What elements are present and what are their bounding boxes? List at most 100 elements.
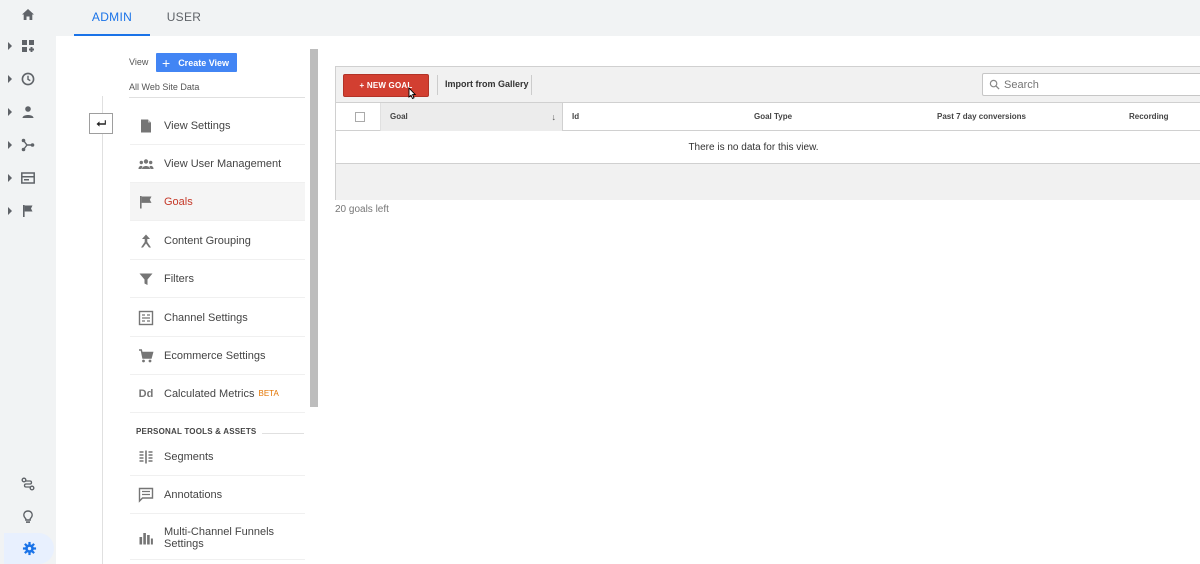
nav-label: View Settings [164, 119, 231, 132]
nav-annotations[interactable]: Annotations [130, 476, 305, 514]
nav-multi-channel-funnels-settings[interactable]: Multi-Channel Funnels Settings [130, 516, 305, 560]
admin-gear-icon [22, 541, 36, 556]
home-icon [22, 9, 34, 20]
toolbar-divider [437, 75, 438, 95]
nav-label: Multi-Channel Funnels Settings [164, 526, 274, 550]
nav-label: Calculated Metrics [164, 387, 255, 400]
nav-label: Segments [164, 450, 214, 463]
nav-goals[interactable]: Goals [130, 183, 305, 221]
sort-down-arrow-icon: ↓ [551, 112, 557, 122]
realtime-clock-icon [21, 72, 35, 86]
chevron-right-icon [8, 141, 12, 149]
back-button[interactable] [89, 113, 113, 134]
insights-nav[interactable] [0, 502, 56, 532]
personal-tools-header: PERSONAL TOOLS & ASSETS [136, 427, 257, 436]
nav-channel-settings[interactable]: Channel Settings [130, 299, 305, 337]
home-nav[interactable] [0, 0, 56, 30]
goals-remaining-count: 20 goals left [335, 204, 389, 215]
document-icon [137, 117, 155, 135]
nav-calculated-metrics[interactable]: Dd Calculated Metrics BETA [130, 375, 305, 413]
column-label: Goal [390, 112, 408, 121]
chevron-right-icon [8, 75, 12, 83]
bar-chart-icon [137, 529, 155, 547]
discover-icon [21, 477, 35, 491]
cart-icon [137, 347, 155, 365]
tab-user[interactable]: USER [150, 0, 218, 36]
lightbulb-icon [23, 510, 33, 523]
behavior-icon [21, 172, 35, 184]
dashboard-icon [22, 40, 34, 52]
channel-icon [137, 309, 155, 327]
nav-content-grouping[interactable]: Content Grouping [130, 222, 305, 260]
section-divider [262, 433, 304, 434]
nav-scrollbar[interactable] [310, 49, 318, 407]
annotation-icon [137, 486, 155, 504]
table-footer [336, 164, 1200, 200]
nav-view-settings[interactable]: View Settings [130, 107, 305, 145]
view-label: View [129, 57, 149, 67]
top-bar: ADMIN USER [56, 0, 1200, 36]
nav-segments[interactable]: Segments [130, 438, 305, 476]
nav-label: Channel Settings [164, 311, 248, 324]
nav-filters[interactable]: Filters [130, 260, 305, 298]
column-header-goal-type[interactable]: Goal Type [754, 103, 792, 131]
dd-icon: Dd [138, 387, 154, 400]
flag-icon [137, 193, 155, 211]
nav-view-user-management[interactable]: View User Management [130, 145, 305, 183]
table-header: Goal ↓ Id Goal Type Past 7 day conversion… [336, 103, 1200, 131]
nav-label: Content Grouping [164, 234, 251, 247]
admin-nav[interactable] [4, 533, 54, 564]
nav-divider [102, 96, 103, 564]
column-header-recording[interactable]: Recording [1129, 103, 1169, 131]
beta-badge: BETA [258, 389, 279, 398]
behavior-nav[interactable] [0, 163, 56, 193]
acquisition-icon [21, 138, 35, 152]
audience-person-icon [22, 106, 34, 118]
chevron-right-icon [8, 108, 12, 116]
chevron-right-icon [8, 42, 12, 50]
mouse-pointer-icon [408, 87, 417, 100]
search-box[interactable] [982, 73, 1200, 96]
segments-icon [137, 448, 155, 466]
search-icon [989, 79, 1000, 90]
conversions-nav[interactable] [0, 196, 56, 226]
column-header-past-conversions[interactable]: Past 7 day conversions [937, 103, 1026, 131]
chevron-right-icon [8, 174, 12, 182]
view-divider [129, 97, 305, 98]
back-arrow-icon [96, 119, 106, 127]
realtime-nav[interactable] [0, 64, 56, 94]
goals-toolbar: + NEW GOAL Import from Gallery [336, 67, 1200, 103]
empty-message: There is no data for this view. [688, 141, 819, 153]
left-rail [0, 0, 56, 564]
chevron-right-icon [8, 207, 12, 215]
import-from-gallery-button[interactable]: Import from Gallery [445, 79, 529, 89]
goals-table-panel: + NEW GOAL Import from Gallery Goal ↓ Id … [335, 66, 1200, 200]
create-view-button[interactable]: + Create View [156, 53, 237, 72]
select-all-checkbox[interactable] [355, 112, 365, 122]
view-selector[interactable]: All Web Site Data [129, 82, 199, 92]
grouping-icon [137, 232, 155, 250]
nav-label-line2: Settings [164, 537, 204, 550]
nav-label: Filters [164, 272, 194, 285]
nav-label: Ecommerce Settings [164, 349, 266, 362]
search-input[interactable] [1004, 78, 1184, 91]
customization-nav[interactable] [0, 31, 56, 61]
column-header-goal[interactable]: Goal ↓ [380, 103, 563, 131]
tab-admin[interactable]: ADMIN [74, 0, 150, 36]
toolbar-divider [531, 75, 532, 95]
nav-label-line1: Multi-Channel Funnels [164, 525, 275, 538]
plus-icon: + [162, 54, 171, 71]
empty-table-row: There is no data for this view. [336, 131, 1200, 164]
nav-label: Goals [164, 195, 193, 208]
nav-ecommerce-settings[interactable]: Ecommerce Settings [130, 337, 305, 375]
column-header-id[interactable]: Id [572, 103, 579, 131]
discover-nav[interactable] [0, 469, 56, 499]
audience-nav[interactable] [0, 97, 56, 127]
nav-label: View User Management [164, 157, 282, 170]
conversions-flag-icon [23, 205, 33, 217]
select-all-cell [336, 103, 380, 131]
filter-icon [137, 270, 155, 288]
create-view-label: Create View [178, 57, 230, 68]
people-icon [137, 155, 155, 173]
acquisition-nav[interactable] [0, 130, 56, 160]
